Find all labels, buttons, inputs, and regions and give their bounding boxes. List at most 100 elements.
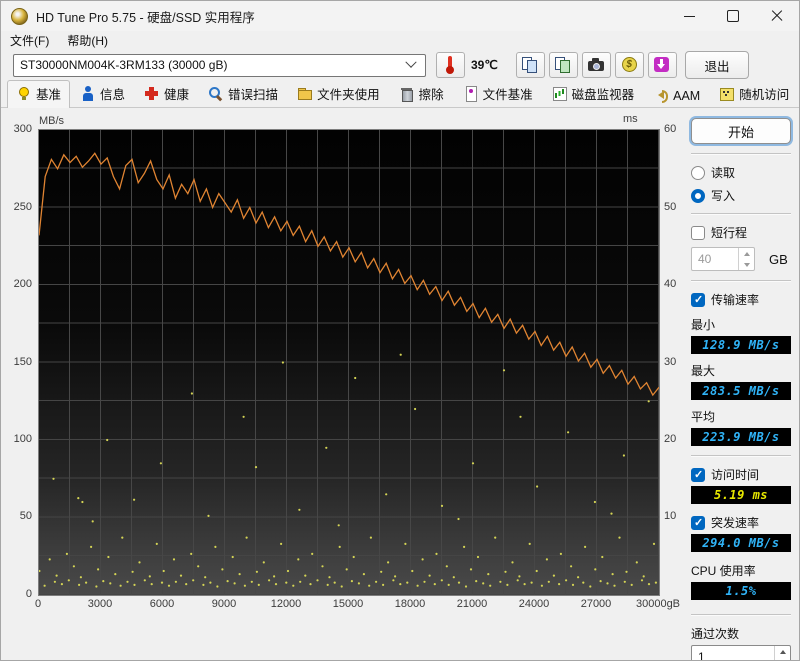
max-label: 最大 — [691, 364, 716, 378]
start-button[interactable]: 开始 — [691, 118, 791, 144]
drive-select[interactable]: ST30000NM004K-3RM133 (30000 gB) — [13, 53, 426, 77]
spinner-up-button[interactable] — [775, 646, 790, 657]
burst-rate-label: 突发速率 — [711, 516, 760, 530]
tab-benchmark[interactable]: 基准 — [7, 80, 71, 108]
close-button[interactable] — [755, 1, 799, 31]
x-tick: 15000 — [332, 598, 364, 610]
menubar: 文件(F) 帮助(H) — [1, 31, 799, 49]
menu-file[interactable]: 文件(F) — [1, 31, 58, 50]
avg-label: 平均 — [691, 410, 716, 424]
divider — [691, 153, 791, 155]
exit-button[interactable]: 退出 — [685, 51, 749, 79]
disk-monitor-icon — [552, 86, 567, 101]
maximize-button[interactable] — [711, 1, 755, 31]
benchmark-plot-svg — [39, 152, 659, 588]
y-tick: 40 — [664, 277, 677, 290]
menu-help[interactable]: 帮助(H) — [58, 31, 117, 50]
tab-folder-usage[interactable]: 文件夹使用 — [288, 80, 389, 107]
write-radio[interactable] — [691, 188, 705, 203]
maximize-icon — [727, 10, 739, 22]
y-left-axis-title: MB/s — [39, 115, 65, 127]
tab-error-scan[interactable]: 错误扫描 — [199, 80, 287, 107]
y-tick: 100 — [13, 433, 32, 445]
erase-icon — [399, 86, 414, 102]
tab-file-benchmark[interactable]: 文件基准 — [454, 80, 542, 107]
x-tick: 6000 — [149, 598, 175, 610]
burst-rate-display: 294.0 MB/s — [691, 534, 791, 552]
max-value-display: 283.5 MB/s — [691, 382, 791, 400]
spinner-up-button[interactable] — [739, 248, 754, 259]
short-stroke-size-row: 40 GB — [691, 247, 791, 271]
tab-random-access[interactable]: 随机访问 — [710, 80, 798, 107]
divider — [691, 280, 791, 282]
divider — [691, 614, 791, 616]
spinner-down-button[interactable] — [739, 259, 754, 270]
x-tick: 21000 — [456, 598, 488, 610]
x-tick: 9000 — [211, 598, 237, 610]
read-radio[interactable] — [691, 165, 705, 180]
short-stroke-row[interactable]: 短行程 — [691, 224, 791, 241]
cpu-usage-display: 1.5% — [691, 582, 791, 600]
toolbar: ST30000NM004K-3RM133 (30000 gB) 39℃ 退出 — [1, 49, 799, 81]
close-icon — [771, 10, 783, 22]
read-radio-row[interactable]: 读取 — [691, 164, 791, 181]
y-tick: 60 — [664, 123, 677, 135]
transfer-rate-checkbox[interactable] — [691, 292, 705, 307]
tab-disk-monitor[interactable]: 磁盘监视器 — [543, 80, 644, 107]
access-time-row[interactable]: 访问时间 — [691, 466, 791, 483]
tab-info[interactable]: 信息 — [71, 80, 134, 107]
copy-text-button[interactable] — [515, 52, 545, 78]
y-tick: 50 — [19, 510, 32, 523]
error-scan-icon — [208, 86, 223, 102]
coin-icon — [621, 57, 637, 72]
access-time-display: 5.19 ms — [691, 486, 791, 504]
spinner-down-button[interactable] — [775, 657, 790, 660]
divider — [691, 455, 791, 457]
short-stroke-size-value[interactable]: 40 — [692, 248, 738, 270]
copy-image-button[interactable] — [548, 52, 578, 78]
pass-count-value[interactable]: 1 — [692, 646, 774, 660]
write-radio-label: 写入 — [711, 189, 736, 203]
up-arrow-icon — [743, 249, 750, 256]
up-arrow-icon — [779, 647, 786, 654]
folder-usage-icon — [297, 86, 313, 101]
divider — [691, 213, 791, 215]
access-time-checkbox[interactable] — [691, 467, 705, 482]
access-time-label: 访问时间 — [711, 468, 760, 482]
app-window: HD Tune Pro 5.75 - 硬盘/SSD 实用程序 文件(F) 帮助(… — [0, 0, 800, 661]
x-axis: 0 3000 6000 9000 12000 15000 18000 21000… — [35, 598, 680, 612]
short-stroke-label: 短行程 — [711, 226, 748, 240]
y-tick: 250 — [13, 200, 32, 213]
window-title: HD Tune Pro 5.75 - 硬盘/SSD 实用程序 — [36, 10, 255, 25]
pass-count-spinner[interactable]: 1 — [691, 645, 791, 660]
transfer-rate-row[interactable]: 传输速率 — [691, 291, 791, 308]
y-tick: 300 — [13, 123, 32, 135]
update-button[interactable] — [647, 52, 677, 78]
donate-button[interactable] — [614, 52, 644, 78]
x-tick: 12000 — [270, 598, 302, 610]
read-radio-label: 读取 — [711, 166, 736, 180]
screenshot-button[interactable] — [581, 52, 611, 78]
minimize-button[interactable] — [667, 1, 711, 31]
short-stroke-size-spinner[interactable]: 40 — [691, 247, 755, 271]
y-tick: 0 — [25, 588, 32, 600]
write-radio-row[interactable]: 写入 — [691, 187, 791, 204]
download-arrow-icon — [653, 57, 669, 72]
temperature-value: 39℃ — [471, 58, 498, 72]
y-tick: 20 — [664, 433, 677, 445]
avg-value-display: 223.9 MB/s — [691, 428, 791, 446]
info-icon — [80, 86, 95, 101]
short-stroke-checkbox[interactable] — [691, 225, 705, 240]
temperature-button[interactable] — [436, 52, 465, 78]
app-icon — [11, 7, 28, 25]
tab-erase[interactable]: 擦除 — [390, 80, 453, 107]
burst-rate-checkbox[interactable] — [691, 515, 705, 530]
benchmark-icon — [16, 86, 31, 101]
tab-health[interactable]: 健康 — [135, 80, 198, 107]
tabbar: 基准 信息 健康 错误扫描 文件夹使用 擦除 文件基准 磁盘监视器 AAM 随机… — [1, 80, 799, 108]
access-time-dots — [39, 353, 658, 588]
min-label: 最小 — [691, 318, 716, 332]
tab-aam[interactable]: AAM — [644, 84, 709, 107]
side-panel: 开始 读取 写入 短行程 40 GB ✓ 传输速率 最小 128.9 MB/s … — [691, 118, 791, 660]
burst-rate-row[interactable]: 突发速率 — [691, 514, 791, 531]
